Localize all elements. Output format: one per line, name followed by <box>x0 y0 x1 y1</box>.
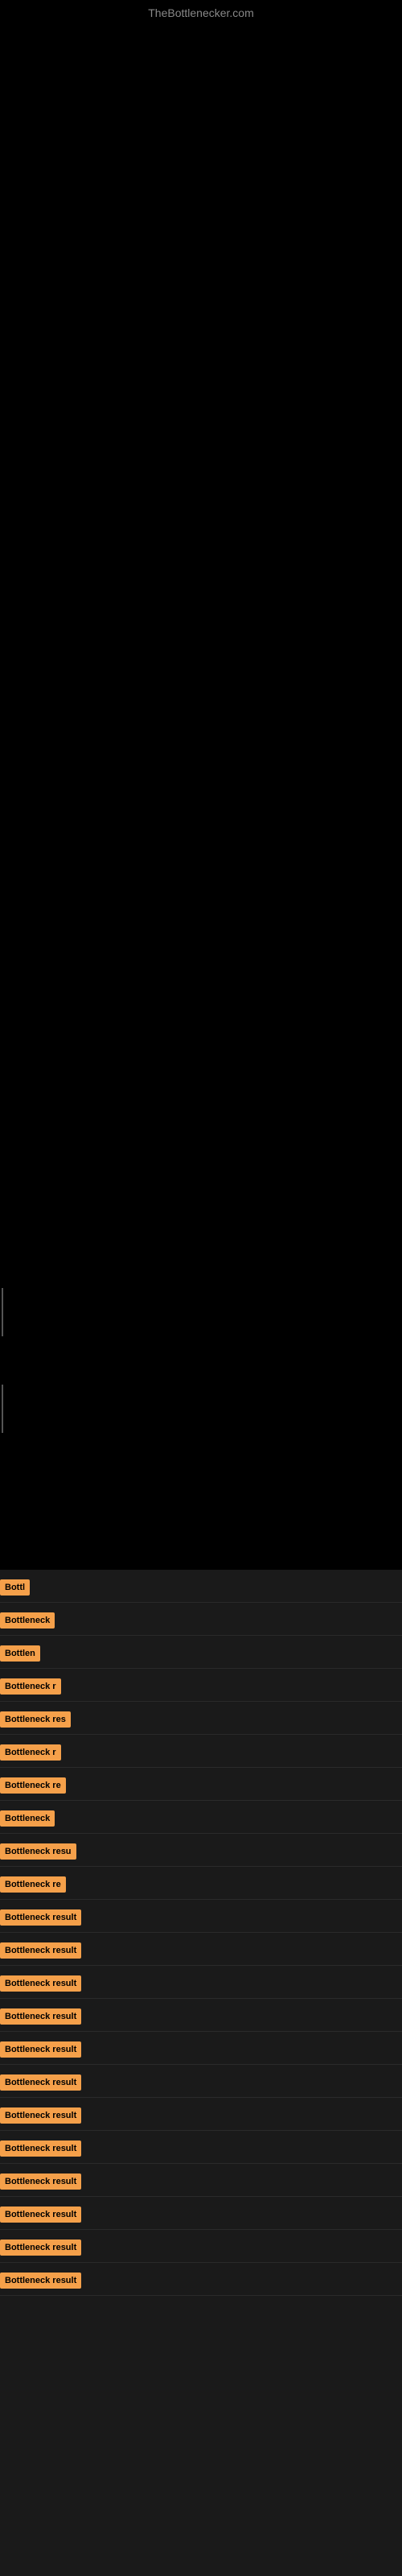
bottleneck-result-badge[interactable]: Bottleneck <box>0 1810 55 1827</box>
main-chart-area: TheBottlenecker.com <box>0 0 402 1570</box>
result-row: Bottleneck result <box>0 1966 402 1999</box>
result-row: Bottleneck result <box>0 1900 402 1933</box>
result-row: Bottleneck result <box>0 2263 402 2296</box>
bottleneck-result-badge[interactable]: Bottleneck result <box>0 2107 81 2124</box>
result-row: Bottleneck result <box>0 2164 402 2197</box>
bottleneck-result-badge[interactable]: Bottleneck re <box>0 1777 66 1794</box>
bottleneck-result-badge[interactable]: Bottleneck result <box>0 1942 81 1959</box>
bottleneck-result-badge[interactable]: Bottleneck re <box>0 1876 66 1893</box>
result-row: Bottleneck result <box>0 2065 402 2098</box>
result-row: Bottleneck result <box>0 1933 402 1966</box>
bottleneck-result-badge[interactable]: Bottleneck result <box>0 2041 81 2058</box>
result-row: Bottleneck <box>0 1603 402 1636</box>
axis-line-1 <box>2 1288 3 1336</box>
site-title: TheBottlenecker.com <box>148 6 254 19</box>
bottleneck-result-badge[interactable]: Bottleneck r <box>0 1678 61 1695</box>
result-row: Bottleneck result <box>0 2230 402 2263</box>
result-row: Bottleneck res <box>0 1702 402 1735</box>
bottleneck-result-badge[interactable]: Bottleneck result <box>0 2273 81 2289</box>
result-row: Bottleneck resu <box>0 1834 402 1867</box>
result-row: Bottleneck r <box>0 1669 402 1702</box>
bottleneck-result-badge[interactable]: Bottleneck result <box>0 2008 81 2025</box>
result-row: Bottl <box>0 1570 402 1603</box>
bottleneck-result-badge[interactable]: Bottl <box>0 1579 30 1596</box>
result-row: Bottleneck result <box>0 2032 402 2065</box>
results-section: Bottl Bottleneck Bottlen Bottleneck r Bottle… <box>0 1570 402 2296</box>
result-row: Bottlen <box>0 1636 402 1669</box>
bottleneck-result-badge[interactable]: Bottlen <box>0 1645 40 1662</box>
bottleneck-result-badge[interactable]: Bottleneck result <box>0 2074 81 2091</box>
result-row: Bottleneck r <box>0 1735 402 1768</box>
result-row: Bottleneck result <box>0 2197 402 2230</box>
bottleneck-result-badge[interactable]: Bottleneck result <box>0 2174 81 2190</box>
bottleneck-result-badge[interactable]: Bottleneck result <box>0 1975 81 1992</box>
bottleneck-result-badge[interactable]: Bottleneck resu <box>0 1843 76 1860</box>
bottleneck-result-badge[interactable]: Bottleneck result <box>0 2207 81 2223</box>
bottleneck-result-badge[interactable]: Bottleneck result <box>0 2140 81 2157</box>
axis-line-2 <box>2 1385 3 1433</box>
bottleneck-result-badge[interactable]: Bottleneck result <box>0 2240 81 2256</box>
bottleneck-result-badge[interactable]: Bottleneck <box>0 1612 55 1629</box>
result-row: Bottleneck <box>0 1801 402 1834</box>
bottleneck-result-badge[interactable]: Bottleneck res <box>0 1711 71 1728</box>
result-row: Bottleneck result <box>0 2098 402 2131</box>
result-row: Bottleneck re <box>0 1768 402 1801</box>
result-row: Bottleneck result <box>0 1999 402 2032</box>
bottleneck-result-badge[interactable]: Bottleneck r <box>0 1744 61 1761</box>
bottleneck-result-badge[interactable]: Bottleneck result <box>0 1909 81 1926</box>
result-row: Bottleneck result <box>0 2131 402 2164</box>
result-row: Bottleneck re <box>0 1867 402 1900</box>
